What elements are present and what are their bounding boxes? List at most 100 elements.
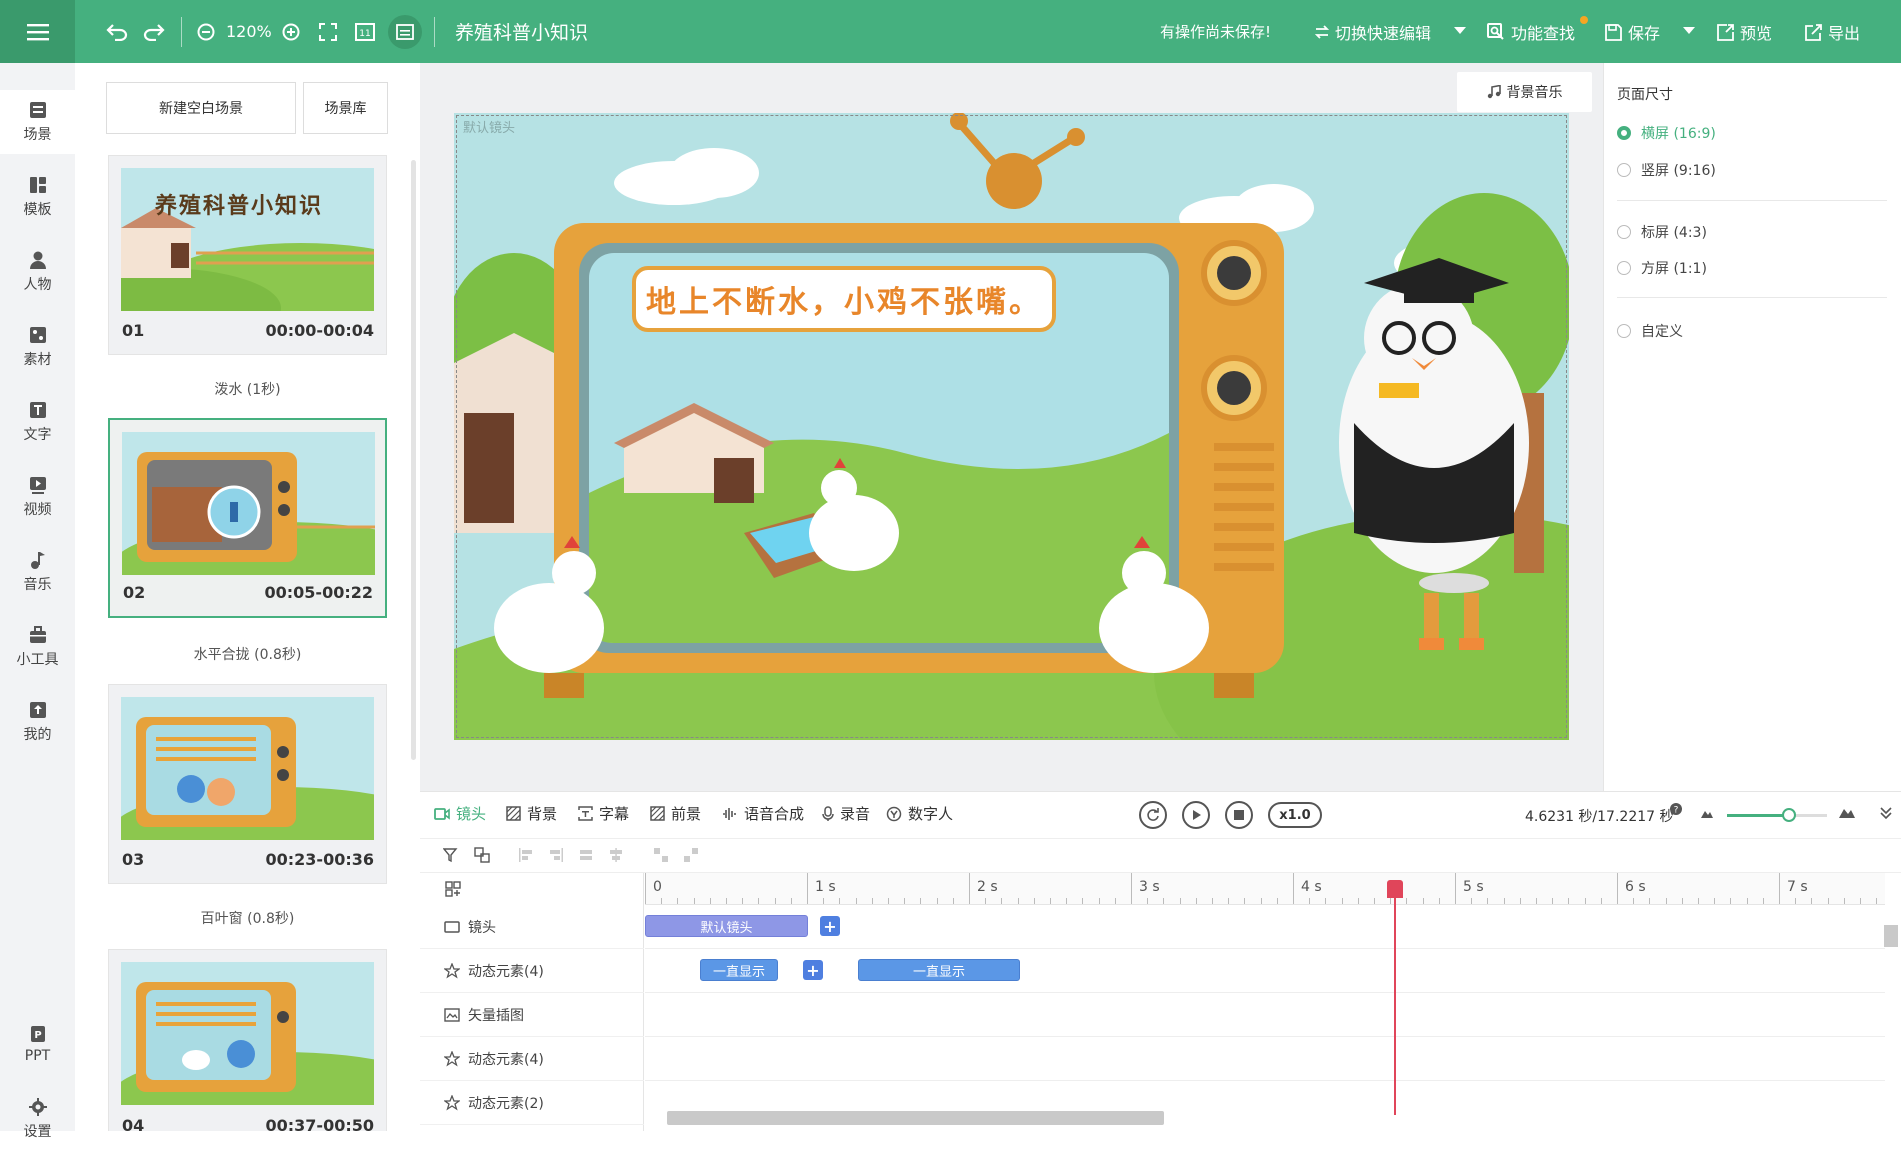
scene-library-button[interactable]: 场景库: [303, 82, 388, 134]
menu-icon[interactable]: [0, 0, 75, 63]
preview-label: 预览: [1740, 24, 1773, 43]
track-row-vector[interactable]: 矢量插图: [420, 993, 644, 1037]
transition-label[interactable]: 水平合拢 (0.8秒): [108, 644, 387, 664]
track-row-camera[interactable]: 镜头: [420, 905, 644, 949]
toolbar-divider: [181, 17, 182, 47]
nav-item-music[interactable]: 音乐: [0, 540, 75, 604]
nav-item-toolbox[interactable]: 小工具: [0, 615, 75, 679]
subtitle-icon[interactable]: [388, 15, 422, 49]
nav-item-text[interactable]: 文字: [0, 390, 75, 454]
element-clip[interactable]: 一直显示: [858, 959, 1020, 981]
export-button[interactable]: 导出: [1805, 19, 1860, 45]
zoom-in-mountain-icon[interactable]: [1839, 806, 1855, 818]
tab-background[interactable]: 背景: [506, 803, 557, 824]
top-toolbar: 120% 11 养殖科普小知识 有操作尚未保存! 切换快速编辑 功能查找 保存 …: [0, 0, 1901, 63]
undo-icon[interactable]: [104, 19, 130, 45]
ruler-tick: [774, 898, 776, 904]
track-row-dynamic-1[interactable]: 动态元素(4): [420, 949, 644, 993]
scene-number: 02: [123, 583, 146, 602]
camera-clip[interactable]: 默认镜头: [645, 915, 808, 937]
feature-search-label: 功能查找: [1511, 24, 1576, 43]
nav-item-scene[interactable]: 场景: [0, 90, 75, 154]
ruler-tick: [839, 898, 841, 904]
nav-item-material[interactable]: 素材: [0, 315, 75, 379]
timeline-vertical-scrollbar[interactable]: [1884, 925, 1898, 947]
tab-label: 录音: [840, 805, 871, 823]
zoom-out-icon[interactable]: [193, 19, 219, 45]
page-size-option-portrait[interactable]: 竖屏 (9:16): [1617, 160, 1716, 180]
track-area[interactable]: [645, 905, 1885, 1121]
track-row-dynamic-3[interactable]: 动态元素(2): [420, 1081, 644, 1125]
transition-label[interactable]: 百叶窗 (0.8秒): [108, 908, 387, 928]
save-button[interactable]: 保存: [1605, 19, 1660, 45]
replay-button[interactable]: [1139, 801, 1167, 829]
time-ruler[interactable]: 0 1 s 2 s 3 s 4 s 5 s 6 s 7 s: [645, 873, 1885, 905]
page-size-option-landscape[interactable]: 横屏 (16:9): [1617, 123, 1716, 143]
nav-item-video[interactable]: 视频: [0, 465, 75, 529]
nav-item-mine[interactable]: 我的: [0, 690, 75, 754]
quick-edit-button[interactable]: 切换快速编辑: [1315, 19, 1431, 45]
playhead[interactable]: [1394, 880, 1396, 1115]
playhead-handle[interactable]: [1387, 880, 1403, 898]
add-element-button[interactable]: +: [803, 960, 823, 980]
scene-number: 01: [122, 321, 145, 340]
tab-foreground[interactable]: 前景: [650, 803, 701, 824]
timeline-zoom-slider[interactable]: [1727, 814, 1827, 817]
music-icon: [30, 552, 45, 569]
search-icon: [1487, 23, 1504, 40]
tab-digital-human[interactable]: 数字人: [886, 803, 953, 824]
scene-card[interactable]: 02 00:05-00:22: [108, 418, 387, 618]
project-title[interactable]: 养殖科普小知识: [455, 18, 588, 45]
page-size-option-standard[interactable]: 标屏 (4:3): [1617, 222, 1707, 242]
group-icon[interactable]: [473, 846, 491, 864]
fit-screen-icon[interactable]: [315, 19, 341, 45]
filter-icon[interactable]: [442, 846, 460, 864]
redo-icon[interactable]: [141, 19, 167, 45]
tab-subtitle[interactable]: 字幕: [578, 803, 629, 824]
background-music-button[interactable]: 背景音乐: [1457, 72, 1592, 112]
stop-button[interactable]: [1225, 801, 1253, 829]
nav-item-template[interactable]: 模板: [0, 165, 75, 229]
nav-item-ppt[interactable]: P PPT: [0, 1012, 75, 1076]
scene-card[interactable]: 04 00:37-00:50: [108, 949, 387, 1135]
feature-search-button[interactable]: 功能查找: [1487, 19, 1575, 45]
tab-speech-synthesis[interactable]: 语音合成: [722, 803, 804, 824]
nav-item-settings[interactable]: 设置: [0, 1087, 75, 1151]
scene-panel-scrollbar[interactable]: [411, 160, 416, 760]
star-icon: [444, 962, 460, 979]
add-camera-button[interactable]: +: [820, 916, 840, 936]
scene-canvas[interactable]: 地上不断水，小鸡不张嘴。: [454, 113, 1569, 740]
track-row-dynamic-2[interactable]: 动态元素(4): [420, 1037, 644, 1081]
new-blank-scene-button[interactable]: 新建空白场景: [106, 82, 296, 134]
save-dropdown-icon[interactable]: [1683, 27, 1695, 34]
track-layout-icon[interactable]: [444, 880, 462, 898]
zoom-in-icon[interactable]: [278, 19, 304, 45]
ruler-tick: [1438, 898, 1440, 904]
background-music-label: 背景音乐: [1506, 85, 1563, 101]
page-size-option-custom[interactable]: 自定义: [1617, 321, 1683, 341]
zoom-out-mountain-icon[interactable]: [1701, 808, 1713, 818]
element-clip[interactable]: 一直显示: [700, 959, 778, 981]
zoom-slider-handle[interactable]: [1782, 808, 1796, 822]
play-button[interactable]: [1182, 801, 1210, 829]
quick-edit-dropdown-icon[interactable]: [1454, 27, 1466, 34]
ruler-tick: [1050, 898, 1051, 904]
page-size-title: 页面尺寸: [1617, 87, 1673, 103]
tab-camera[interactable]: 镜头: [434, 803, 486, 824]
scene-card[interactable]: 养殖科普小知识 01 00:00-00:04: [108, 155, 387, 355]
ruler-tick: [1374, 898, 1375, 904]
page-size-option-square[interactable]: 方屏 (1:1): [1617, 258, 1707, 278]
tab-recording[interactable]: 录音: [822, 803, 870, 824]
caption-text[interactable]: 地上不断水，小鸡不张嘴。: [634, 268, 1054, 330]
nav-item-person[interactable]: 人物: [0, 240, 75, 304]
collapse-icon[interactable]: [1879, 806, 1893, 820]
timeline-horizontal-scrollbar[interactable]: [667, 1111, 1164, 1125]
help-icon[interactable]: ?: [1670, 803, 1682, 815]
preview-button[interactable]: 预览: [1717, 19, 1772, 45]
transition-label[interactable]: 泼水 (1秒): [108, 379, 387, 399]
playback-speed[interactable]: x1.0: [1268, 802, 1322, 828]
actual-size-icon[interactable]: 11: [352, 19, 378, 45]
scene-card[interactable]: 03 00:23-00:36: [108, 684, 387, 884]
align-right-icon: [547, 846, 565, 864]
tab-label: 前景: [671, 805, 702, 823]
